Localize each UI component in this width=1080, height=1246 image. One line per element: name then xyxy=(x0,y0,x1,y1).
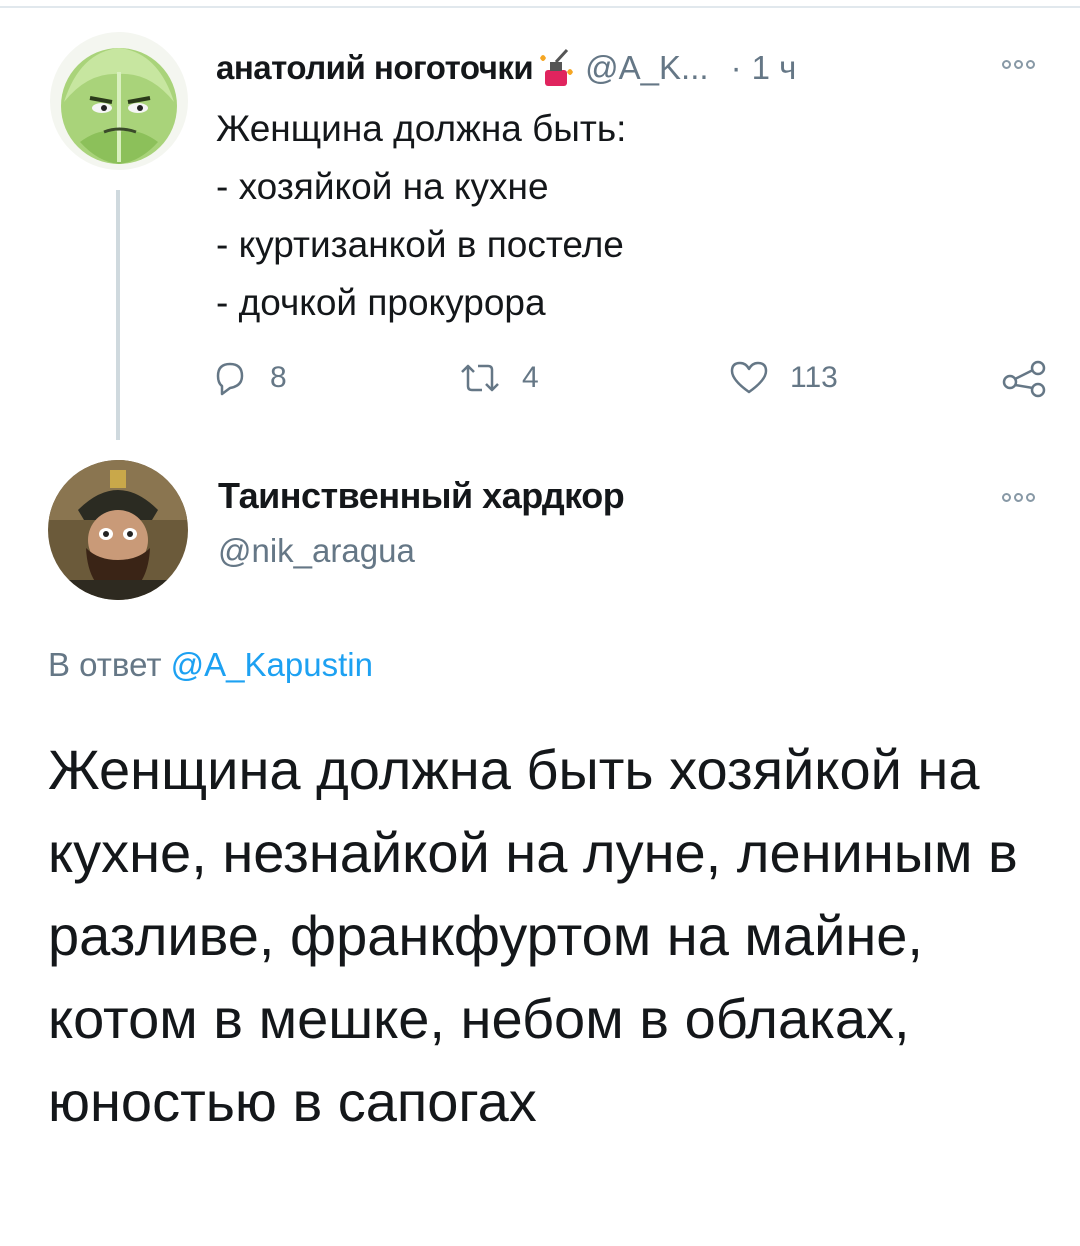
retweet-icon xyxy=(458,358,502,398)
like-button[interactable]: 113 xyxy=(728,350,838,406)
tweet1-author-name[interactable]: анатолий ноготочки xyxy=(216,49,534,87)
tweet1-action-bar: 8 4 113 xyxy=(200,350,1060,406)
tweet1-timestamp[interactable]: 1 ч xyxy=(752,49,797,87)
like-count: 113 xyxy=(790,361,838,394)
tweet1-text: Женщина должна быть: - хозяйкой на кухне… xyxy=(216,108,627,323)
thread-connector-line xyxy=(116,190,120,440)
more-options-icon[interactable] xyxy=(1002,60,1035,69)
heart-icon xyxy=(728,358,770,398)
more-options-icon[interactable] xyxy=(1002,493,1035,502)
share-button[interactable] xyxy=(1000,350,1048,406)
retweet-button[interactable]: 4 xyxy=(458,350,539,406)
tweet2-author-name[interactable]: Таинственный хардкор xyxy=(218,475,625,517)
retweet-count: 4 xyxy=(522,361,539,394)
share-icon xyxy=(1000,358,1048,398)
reply-count: 8 xyxy=(270,361,287,394)
bearded-man-avatar[interactable] xyxy=(48,460,188,600)
top-divider xyxy=(0,6,1080,8)
tweet1-handle[interactable]: @A_K... xyxy=(585,49,708,87)
nail-polish-emoji-icon xyxy=(537,48,575,88)
tweet1-separator: · xyxy=(730,49,742,86)
reply-to-prefix: В ответ xyxy=(48,646,162,683)
tweet2-handle[interactable]: @nik_aragua xyxy=(218,532,415,570)
tweet1-header: анатолий ноготочки @A_K... · 1 ч xyxy=(216,44,796,92)
tweet2-text: Женщина должна быть хозяйкой на кухне, н… xyxy=(48,738,1018,1133)
cabbage-avatar[interactable] xyxy=(50,32,188,170)
reply-button[interactable]: 8 xyxy=(210,350,287,406)
reply-icon xyxy=(210,358,250,398)
reply-to-line: В ответ @A_Kapustin xyxy=(48,646,373,684)
reply-to-mention-link[interactable]: @A_Kapustin xyxy=(171,646,373,683)
